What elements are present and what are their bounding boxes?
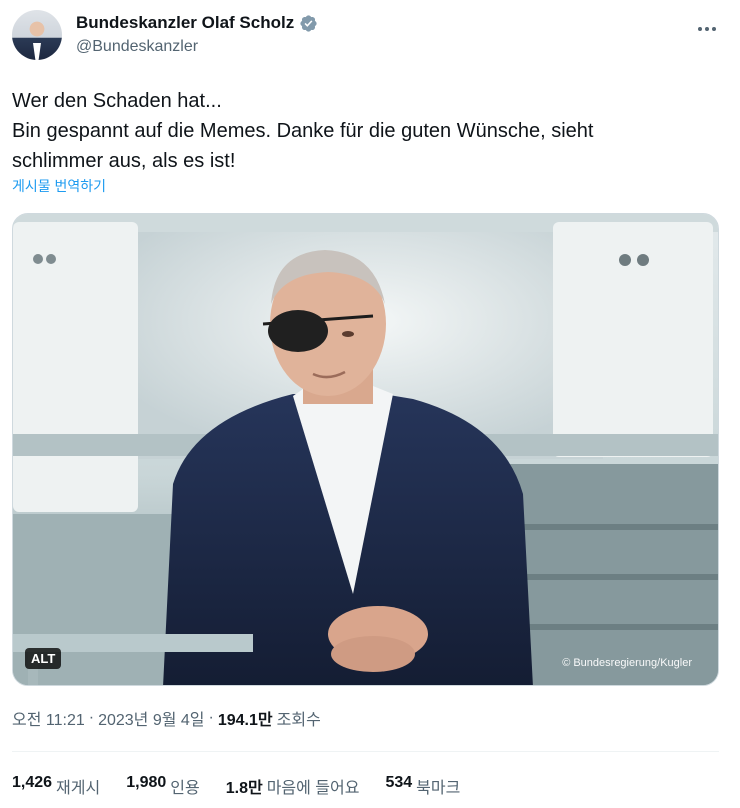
- more-dot-icon: [705, 27, 709, 31]
- tweet-text-line: Wer den Schaden hat...: [12, 90, 222, 112]
- display-name[interactable]: Bundeskanzler Olaf Scholz: [76, 12, 294, 34]
- handle[interactable]: @Bundeskanzler: [76, 36, 318, 58]
- stat-number: 534: [385, 774, 413, 791]
- tweet-header: Bundeskanzler Olaf Scholz @Bundeskanzler: [12, 10, 728, 62]
- avatar[interactable]: [12, 10, 62, 60]
- photo-illustration: [13, 214, 718, 685]
- more-dot-icon: [712, 27, 717, 31]
- tweet-time[interactable]: 오전 11:21: [12, 706, 85, 730]
- verified-badge-icon: [300, 14, 317, 32]
- views-count: 194.1만: [217, 712, 273, 729]
- display-name-row[interactable]: Bundeskanzler Olaf Scholz: [76, 12, 318, 34]
- stat-number: 1.8만: [225, 780, 263, 797]
- stat-label: 북마크: [416, 780, 461, 797]
- tweet-text: Wer den Schaden hat... Bin gespannt auf …: [12, 86, 722, 176]
- alt-text-badge[interactable]: ALT: [25, 648, 62, 669]
- tweet-date[interactable]: 2023년 9월 4일: [98, 706, 204, 730]
- translate-post-link[interactable]: 게시물 번역하기: [12, 176, 106, 196]
- more-dot-icon: [697, 27, 702, 31]
- stat-number: 1,980: [126, 774, 167, 791]
- meta-separator: ·: [88, 709, 95, 726]
- stat-quotes[interactable]: 1,980 인용: [126, 774, 200, 798]
- stat-label: 인용: [170, 780, 200, 797]
- divider: [12, 751, 719, 752]
- stat-bookmarks[interactable]: 534 북마크: [385, 774, 460, 798]
- stat-label: 재게시: [56, 780, 101, 797]
- tweet-meta: 오전 11:21 · 2023년 9월 4일 · 194.1만 조회수: [12, 706, 321, 730]
- stat-likes[interactable]: 1.8만 마음에 들어요: [226, 774, 360, 798]
- tweet-photo[interactable]: ALT © Bundesregierung/Kugler: [12, 213, 719, 686]
- stat-reposts[interactable]: 1,426 재게시: [12, 774, 100, 798]
- tweet-text-line: schlimmer aus, als es ist!: [12, 150, 236, 172]
- tweet-text-line: Bin gespannt auf die Memes. Danke für di…: [12, 120, 594, 142]
- more-options-button[interactable]: [690, 12, 724, 46]
- author-names: Bundeskanzler Olaf Scholz @Bundeskanzler: [76, 12, 318, 58]
- stat-number: 1,426: [12, 774, 53, 791]
- stat-label: 마음에 들어요: [266, 780, 360, 797]
- photo-credit: © Bundesregierung/Kugler: [562, 657, 692, 669]
- meta-separator: ·: [208, 709, 214, 726]
- views-label: 조회수: [276, 712, 321, 729]
- engagement-stats: 1,426 재게시 1,980 인용 1.8만 마음에 들어요 534 북마크: [12, 774, 460, 798]
